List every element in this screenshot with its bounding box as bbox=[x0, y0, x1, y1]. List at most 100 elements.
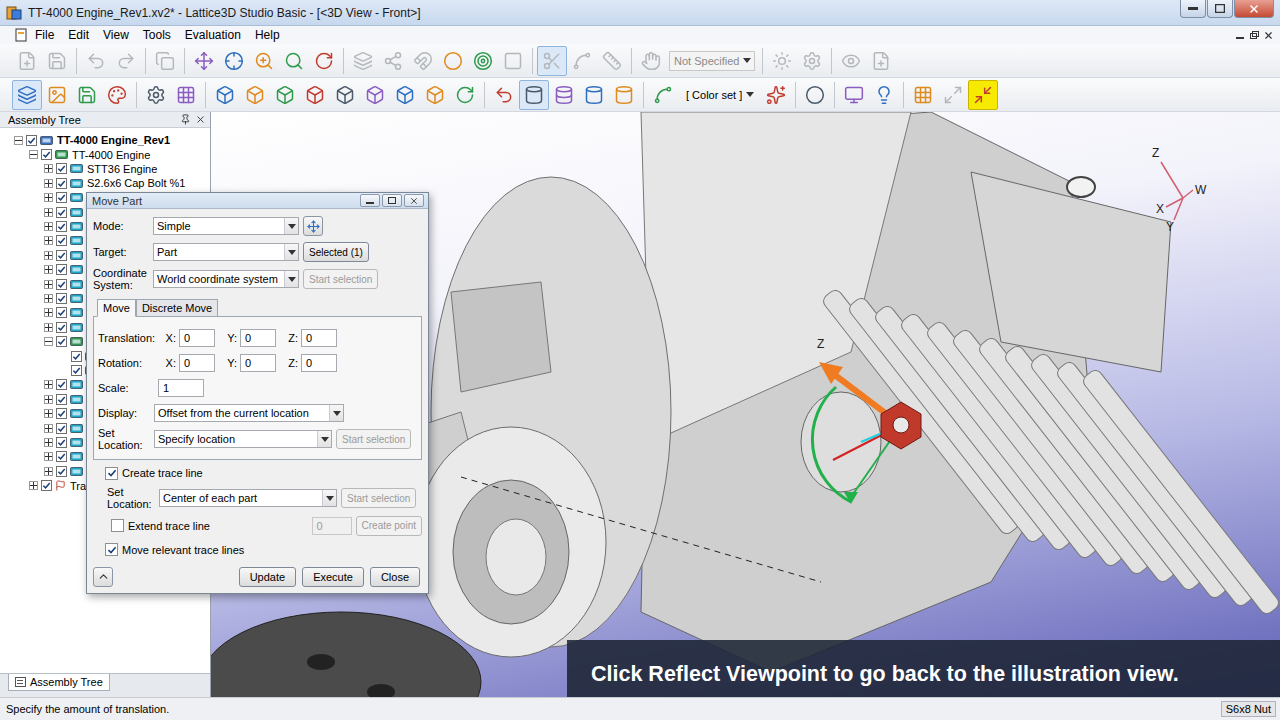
visibility-checkbox[interactable] bbox=[56, 207, 67, 218]
visibility-checkbox[interactable] bbox=[56, 163, 67, 174]
toolbar-button[interactable] bbox=[636, 46, 666, 76]
toolbar-button[interactable] bbox=[219, 46, 249, 76]
menu-item[interactable]: File bbox=[28, 28, 61, 42]
toolbar-button[interactable] bbox=[300, 80, 330, 110]
expander[interactable] bbox=[14, 136, 23, 145]
toolbar-button[interactable] bbox=[866, 46, 896, 76]
visibility-checkbox[interactable] bbox=[56, 408, 67, 419]
move-part-dialog[interactable]: Move PartMode:SimpleTarget:PartSelected … bbox=[86, 192, 429, 594]
expander[interactable] bbox=[44, 409, 53, 418]
toolbar-button[interactable] bbox=[519, 80, 549, 110]
collapse-button[interactable] bbox=[93, 567, 113, 587]
toolbar-button[interactable] bbox=[450, 80, 480, 110]
restore-icon[interactable] bbox=[1249, 30, 1259, 40]
expander[interactable] bbox=[44, 294, 53, 303]
toolbar-button[interactable] bbox=[567, 46, 597, 76]
expander[interactable] bbox=[44, 424, 53, 433]
expander[interactable] bbox=[44, 452, 53, 461]
expander[interactable] bbox=[44, 337, 53, 346]
toolbar-dropdown[interactable]: Not Specified bbox=[669, 51, 755, 71]
minimize-icon[interactable] bbox=[1235, 30, 1245, 40]
tree-item[interactable]: TT-4000 Engine_Rev1 bbox=[0, 133, 210, 147]
visibility-checkbox[interactable] bbox=[71, 365, 82, 376]
move-gizmo[interactable]: Z bbox=[812, 337, 921, 504]
visibility-checkbox[interactable] bbox=[26, 135, 37, 146]
number-input[interactable]: 0 bbox=[301, 329, 337, 347]
visibility-checkbox[interactable] bbox=[56, 235, 67, 246]
create-point-button[interactable]: Create point bbox=[356, 516, 422, 536]
checkbox[interactable] bbox=[111, 519, 124, 532]
toolbar-button[interactable] bbox=[797, 46, 827, 76]
maximize-button[interactable] bbox=[1207, 0, 1233, 18]
expander[interactable] bbox=[44, 467, 53, 476]
toolbar-button[interactable] bbox=[648, 80, 678, 110]
start-selection-button[interactable]: Start selection bbox=[341, 488, 416, 508]
panel-tab[interactable]: Assembly Tree bbox=[8, 674, 110, 691]
toolbar-button[interactable] bbox=[210, 80, 240, 110]
visibility-checkbox[interactable] bbox=[41, 149, 52, 160]
menu-item[interactable]: Help bbox=[248, 28, 287, 42]
close-button[interactable] bbox=[1234, 0, 1274, 18]
toolbar-button[interactable] bbox=[549, 80, 579, 110]
create-trace-line-check[interactable]: Create trace line bbox=[93, 464, 422, 482]
toolbar-button[interactable] bbox=[489, 80, 519, 110]
toolbar-button[interactable] bbox=[800, 80, 830, 110]
mode-options-button[interactable] bbox=[303, 216, 323, 236]
dialog-maximize-button[interactable] bbox=[382, 194, 402, 207]
expander[interactable] bbox=[44, 308, 53, 317]
pin-icon[interactable] bbox=[180, 114, 191, 125]
visibility-checkbox[interactable] bbox=[56, 250, 67, 261]
toolbar-button[interactable] bbox=[270, 80, 300, 110]
toolbar-button[interactable] bbox=[141, 80, 171, 110]
toolbar-button[interactable] bbox=[836, 46, 866, 76]
toolbar-button[interactable] bbox=[420, 80, 450, 110]
toolbar-button[interactable] bbox=[240, 80, 270, 110]
dialog-minimize-button[interactable] bbox=[360, 194, 380, 207]
toolbar-button[interactable] bbox=[609, 80, 639, 110]
toolbar-button[interactable] bbox=[102, 80, 132, 110]
expander[interactable] bbox=[29, 481, 38, 490]
toolbar-button[interactable] bbox=[761, 80, 791, 110]
dialog-button[interactable]: Close bbox=[370, 567, 420, 587]
visibility-checkbox[interactable] bbox=[56, 437, 67, 448]
toolbar-button[interactable] bbox=[537, 46, 567, 76]
tree-item[interactable]: TT-4000 Engine bbox=[0, 147, 210, 161]
menu-item[interactable]: Evaluation bbox=[178, 28, 248, 42]
visibility-checkbox[interactable] bbox=[56, 279, 67, 290]
dialog-title-bar[interactable]: Move Part bbox=[87, 193, 428, 209]
visibility-checkbox[interactable] bbox=[56, 423, 67, 434]
toolbar-button[interactable] bbox=[150, 46, 180, 76]
expander[interactable] bbox=[44, 222, 53, 231]
start-selection-button[interactable]: Start selection bbox=[336, 429, 411, 449]
toolbar-button[interactable] bbox=[597, 46, 627, 76]
visibility-checkbox[interactable] bbox=[56, 192, 67, 203]
checkbox[interactable] bbox=[105, 467, 118, 480]
dialog-close-button[interactable] bbox=[404, 194, 424, 207]
number-input[interactable]: 0 bbox=[301, 354, 337, 372]
visibility-checkbox[interactable] bbox=[56, 466, 67, 477]
dialog-button[interactable]: Update bbox=[239, 567, 296, 587]
menu-item[interactable]: Tools bbox=[136, 28, 178, 42]
expander[interactable] bbox=[44, 395, 53, 404]
toolbar-button[interactable] bbox=[249, 46, 279, 76]
visibility-checkbox[interactable] bbox=[56, 379, 67, 390]
toolbar-button[interactable] bbox=[968, 80, 998, 110]
expander[interactable] bbox=[44, 179, 53, 188]
toolbar-button[interactable] bbox=[767, 46, 797, 76]
expander[interactable] bbox=[44, 251, 53, 260]
toolbar-button[interactable] bbox=[12, 80, 42, 110]
toolbar-button[interactable] bbox=[839, 80, 869, 110]
close-icon[interactable] bbox=[195, 114, 206, 125]
extend-count-input[interactable]: 0 bbox=[312, 517, 352, 535]
scale-input[interactable]: 1 bbox=[158, 379, 204, 397]
toolbar-button[interactable] bbox=[42, 80, 72, 110]
mode-select[interactable]: Simple bbox=[153, 217, 299, 235]
visibility-checkbox[interactable] bbox=[56, 394, 67, 405]
toolbar-button[interactable] bbox=[42, 46, 72, 76]
toolbar-button[interactable] bbox=[72, 80, 102, 110]
toolbar-button[interactable] bbox=[330, 80, 360, 110]
toolbar-button[interactable] bbox=[309, 46, 339, 76]
target-select[interactable]: Part bbox=[153, 243, 299, 261]
toolbar-button[interactable] bbox=[360, 80, 390, 110]
toolbar-button[interactable] bbox=[81, 46, 111, 76]
